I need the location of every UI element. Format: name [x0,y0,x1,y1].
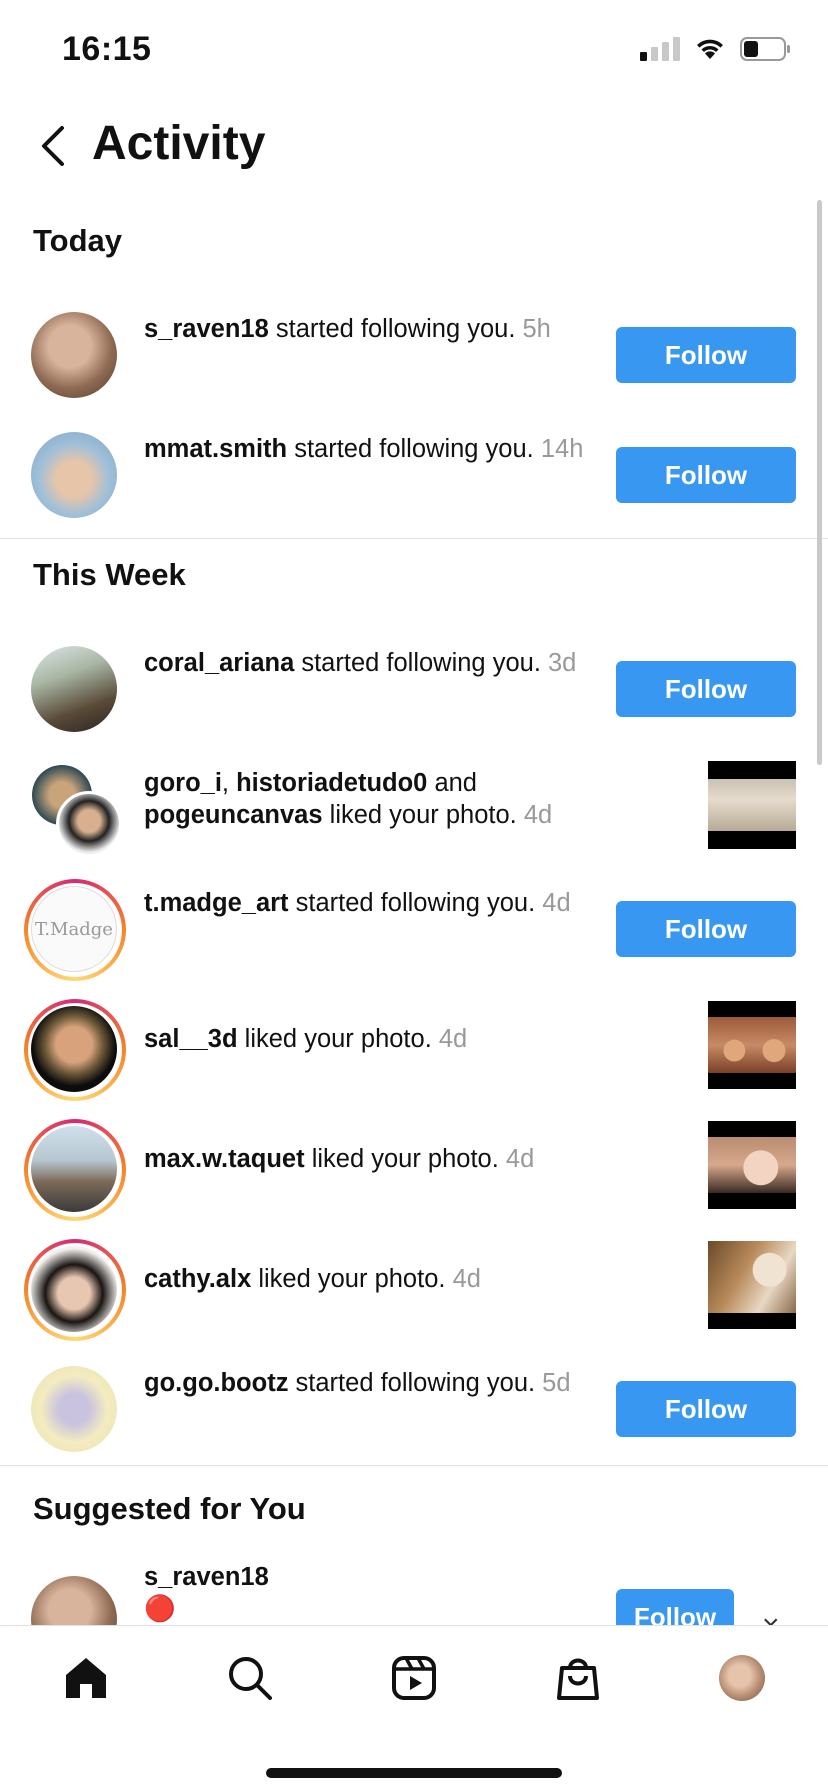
suggested-item[interactable]: s_raven18 🔴 Follow × [0,1559,828,1625]
reels-icon [392,1656,436,1700]
timestamp: 4d [523,801,553,829]
avatar[interactable] [26,307,122,403]
notification-text: s_raven18 started following you. 5h [144,315,551,343]
back-button[interactable] [36,122,76,172]
activity-feed[interactable]: Today s_raven18 started following you. 5… [0,195,828,1625]
timestamp: 4d [452,1265,481,1293]
follow-button[interactable]: Follow [616,901,796,957]
follow-button[interactable]: Follow [616,447,796,503]
search-icon [229,1657,272,1700]
section-title-this-week: This Week [33,557,186,592]
battery-icon [740,36,792,62]
timestamp: 4d [505,1145,535,1173]
search-tab[interactable] [220,1648,280,1708]
home-tab[interactable] [56,1648,116,1708]
avatar[interactable] [24,1119,126,1221]
status-bar: 16:15 [0,0,828,100]
post-thumbnail[interactable] [708,761,796,849]
follow-button[interactable]: Follow [616,1589,734,1625]
avatar[interactable] [26,1361,122,1457]
notification-text: t.madge_art started following you. 4d [144,889,571,917]
notification-text: coral_ariana started following you. 3d [144,649,577,677]
list-item[interactable]: sal__3d liked your photo. 4d [0,989,828,1101]
section-title-suggested: Suggested for You [33,1491,306,1526]
username[interactable]: mmat.smith [144,435,287,463]
username[interactable]: pogeuncanvas [144,801,323,829]
notification-text: cathy.alx liked your photo. 4d [144,1265,481,1293]
username[interactable]: max.w.taquet [144,1145,305,1173]
avatar [56,791,122,857]
avatar[interactable] [24,1239,126,1341]
notification-text: goro_i, historiadetudo0 and pogeuncanvas… [144,769,553,829]
status-icons [640,36,792,62]
shop-tab[interactable] [548,1648,608,1708]
list-item[interactable]: max.w.taquet liked your photo. 4d [0,1109,828,1221]
timestamp: 3d [547,649,577,677]
username[interactable]: t.madge_art [144,889,289,917]
follow-button[interactable]: Follow [616,1381,796,1437]
profile-avatar [719,1655,765,1701]
timestamp: 14h [540,435,584,463]
shop-icon [557,1658,599,1700]
notification-text: max.w.taquet liked your photo. 4d [144,1145,535,1173]
reels-tab[interactable] [384,1648,444,1708]
home-icon [66,1658,106,1698]
notification-text: go.go.bootz started following you. 5d [144,1369,571,1397]
timestamp: 5d [542,1369,571,1397]
username[interactable]: cathy.alx [144,1265,251,1293]
list-item[interactable]: T.Madge t.madge_art started following yo… [0,869,828,981]
username[interactable]: sal__3d [144,1025,238,1053]
list-item[interactable]: cathy.alx liked your photo. 4d [0,1229,828,1341]
avatar[interactable]: T.Madge [24,879,126,981]
username[interactable]: go.go.bootz [144,1369,288,1397]
username[interactable]: coral_ariana [144,649,294,677]
list-item[interactable]: mmat.smith started following you. 14h Fo… [0,415,828,525]
section-title-today: Today [33,223,122,258]
profile-tab[interactable] [712,1648,772,1708]
avatar[interactable] [24,999,126,1101]
suggested-subtitle: 🔴 [144,1595,176,1623]
list-item[interactable]: goro_i, historiadetudo0 and pogeuncanvas… [0,749,828,859]
timestamp: 5h [522,315,551,343]
dismiss-icon[interactable]: × [762,1609,780,1625]
notification-text: mmat.smith started following you. 14h [144,435,584,463]
avatar[interactable] [26,641,122,737]
timestamp: 4d [542,889,571,917]
home-indicator[interactable] [266,1768,562,1778]
avatar-stack[interactable] [26,761,122,857]
notification-text: sal__3d liked your photo. 4d [144,1025,468,1053]
list-item[interactable]: coral_ariana started following you. 3d F… [0,629,828,739]
username[interactable]: s_raven18 [144,315,269,343]
divider [0,1465,828,1466]
username[interactable]: historiadetudo0 [236,769,427,797]
wifi-icon [694,37,726,61]
list-item[interactable]: go.go.bootz started following you. 5d Fo… [0,1349,828,1459]
divider [0,538,828,539]
status-time: 16:15 [62,30,152,68]
avatar[interactable] [26,1571,122,1625]
tab-bar [0,1625,828,1792]
username[interactable]: s_raven18 [144,1561,609,1593]
username[interactable]: goro_i [144,769,222,797]
list-item[interactable]: s_raven18 started following you. 5h Foll… [0,295,828,405]
scroll-indicator [817,200,822,765]
page-title: Activity [92,117,266,170]
post-thumbnail[interactable] [708,1001,796,1089]
post-thumbnail[interactable] [708,1241,796,1329]
avatar[interactable] [26,427,122,523]
follow-button[interactable]: Follow [616,661,796,717]
follow-button[interactable]: Follow [616,327,796,383]
suggested-text: s_raven18 🔴 [144,1561,609,1625]
post-thumbnail[interactable] [708,1121,796,1209]
chevron-left-icon [42,126,64,166]
cellular-signal-icon [640,37,680,61]
timestamp: 4d [438,1025,468,1053]
header: Activity [0,100,828,195]
